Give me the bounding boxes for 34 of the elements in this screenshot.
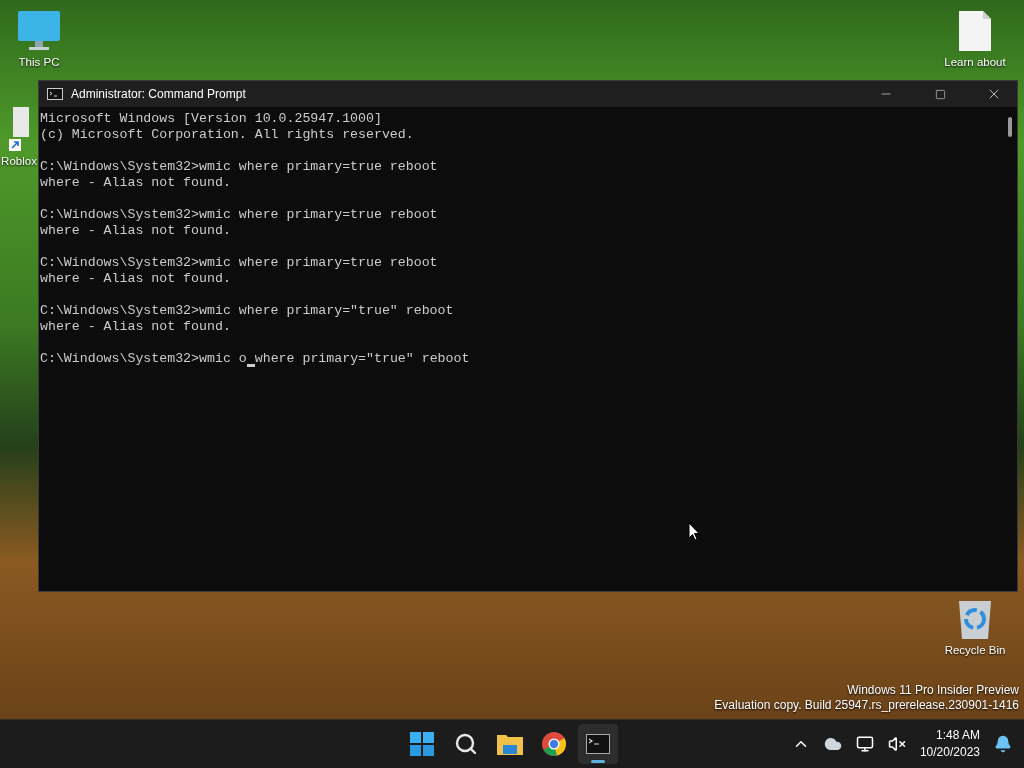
mouse-pointer-icon (688, 522, 700, 541)
scrollbar-thumb[interactable] (1008, 117, 1012, 137)
monitor-icon (17, 10, 61, 52)
typed-command-text: where primary="true" reboot (254, 351, 470, 367)
console-line: where - Alias not found. (40, 175, 232, 191)
desktop-icon-label[interactable]: This PC (18, 56, 60, 68)
console-line: C:\Windows\System32>wmic where primary=true reboot (40, 207, 439, 223)
console-line: where - Alias not found. (40, 271, 232, 287)
taskbar-app-button[interactable] (578, 724, 618, 764)
browser-icon (541, 731, 567, 757)
console-line: where - Alias not found. (40, 223, 232, 239)
build-info-text: Windows 11 Pro Insider Preview (847, 683, 1019, 698)
shortcut-icon (9, 107, 29, 151)
console-icon (47, 88, 63, 100)
console-line: Microsoft Windows [Version 10.0.25947.1000] (40, 111, 383, 127)
desktop-icon-label[interactable]: Recycle Bin (944, 644, 1006, 656)
folder-icon (497, 733, 523, 755)
console-line: (c) Microsoft Corporation. All rights reserved. (40, 127, 415, 143)
window-title: Administrator: Command Prompt (71, 87, 247, 101)
recycle-bin-icon (957, 598, 993, 640)
desktop-icon-label[interactable]: Roblox (1, 155, 37, 167)
terminal-icon (586, 734, 610, 754)
clock[interactable]: 1:48 AM 10/20/2023 (915, 727, 984, 761)
maximize-icon (934, 88, 946, 100)
build-info-text: Evaluation copy. Build 25947.rs_prerelease.230901-1416 (714, 698, 1019, 713)
console-line: C:\Windows\System32>wmic where primary=true reboot (40, 255, 439, 271)
console-line: C:\Windows\System32>wmic where primary=true reboot (40, 159, 439, 175)
console-line: where - Alias not found. (40, 319, 232, 335)
desktop-icon-label[interactable]: Learn about (944, 56, 1006, 68)
search-icon (454, 732, 478, 756)
document-icon (958, 10, 992, 52)
typed-command-text: C:\Windows\System32>wmic o (40, 351, 247, 367)
windows-logo-icon (410, 732, 434, 756)
console-line: C:\Windows\System32>wmic where primary="true" reboot (40, 303, 455, 319)
